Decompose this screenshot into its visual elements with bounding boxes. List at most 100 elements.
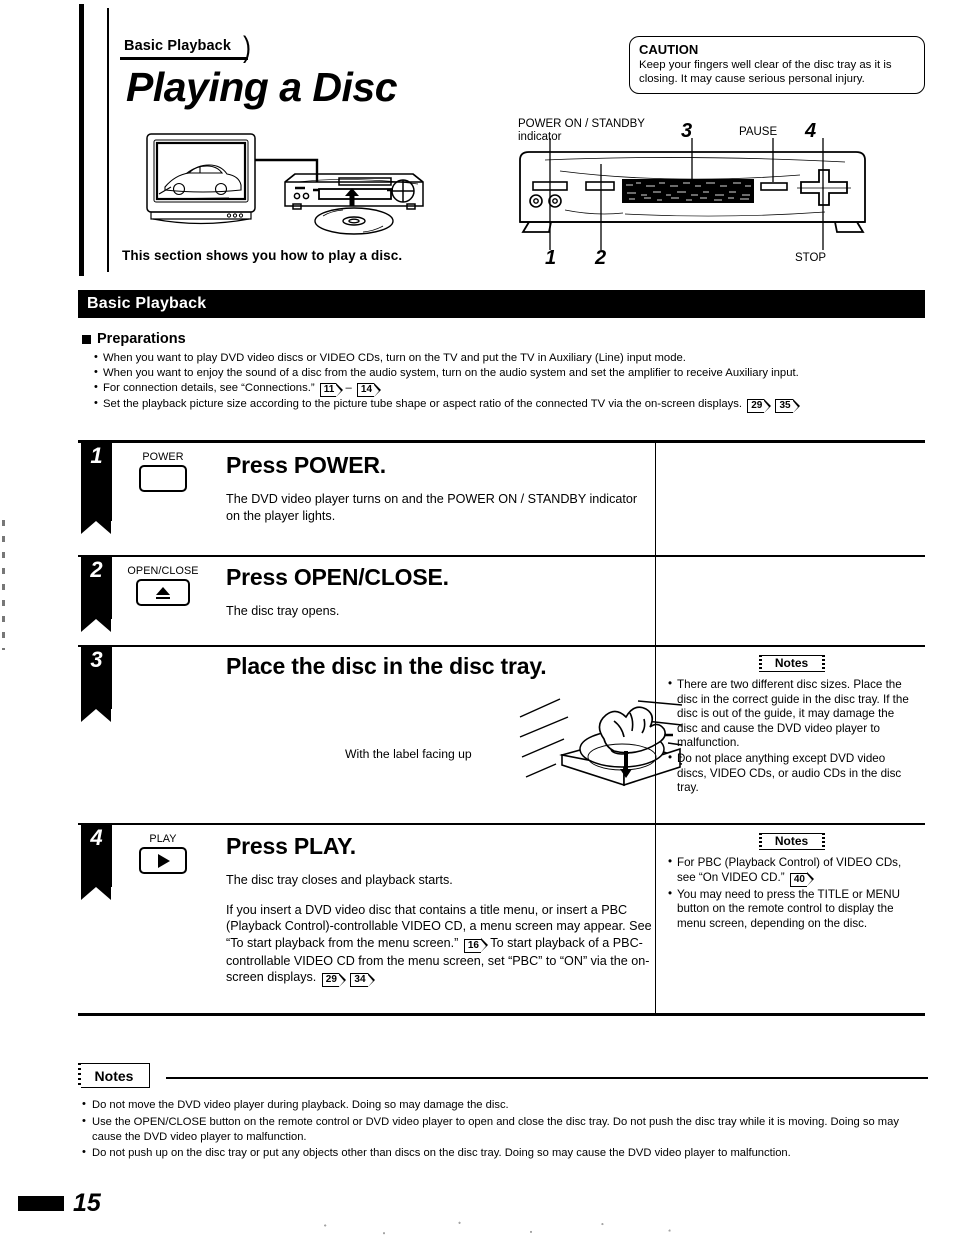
steps-bottom-rule <box>78 1013 925 1016</box>
caution-body: Keep your fingers well clear of the disc… <box>639 59 892 85</box>
step-row-2: 2 OPEN/CLOSE Press OPEN/CLOSE. The disc … <box>78 557 925 645</box>
notes-list: For PBC (Playback Control) of VIDEO CDs,… <box>668 855 915 931</box>
power-button-icon[interactable] <box>139 465 187 492</box>
note-item: There are two different disc sizes. Plac… <box>668 677 915 751</box>
caution-box: CAUTION Keep your fingers well clear of … <box>629 36 925 95</box>
step-main-column: 1 POWER Press POWER. The DVD video playe… <box>78 443 655 555</box>
page-footer: 15 <box>18 1190 101 1216</box>
page-title: Playing a Disc <box>126 64 398 110</box>
step-body-paragraph: The disc tray closes and playback starts… <box>226 873 453 887</box>
step-main-column: 4 PLAY Press PLAY. The disc tray closes … <box>78 825 655 1013</box>
bottom-notes-list: Do not move the DVD video player during … <box>78 1097 928 1161</box>
step-title: Press POWER. <box>226 452 386 478</box>
bottom-notes-heading: Notes <box>78 1063 150 1088</box>
note-item: Do not move the DVD video player during … <box>82 1097 928 1113</box>
step-row-1: 1 POWER Press POWER. The DVD video playe… <box>78 443 925 555</box>
play-button-icon[interactable] <box>139 847 187 874</box>
preparations-heading: Preparations <box>97 331 186 347</box>
scan-artifacts <box>300 1215 720 1241</box>
page-reference-tag[interactable]: 29 <box>321 972 347 987</box>
section-tab-underline <box>120 57 248 60</box>
page-reference-tag[interactable]: 35 <box>775 399 800 414</box>
step-button-illustration: POWER <box>120 451 206 492</box>
step-body: The disc tray opens. <box>226 603 646 620</box>
list-item: When you want to play DVD video discs or… <box>94 350 928 366</box>
player-front-panel-drawing <box>519 138 866 250</box>
button-label: POWER <box>142 451 184 463</box>
black-square-bullet-icon <box>82 334 91 344</box>
steps-table: 1 POWER Press POWER. The DVD video playe… <box>78 440 925 1016</box>
step-main-column: 2 OPEN/CLOSE Press OPEN/CLOSE. The disc … <box>78 557 655 645</box>
step-body-paragraph: The DVD video player turns on and the PO… <box>226 492 638 523</box>
callout-number-1: 1 <box>545 247 557 269</box>
note-item: Do not push up on the disc tray or put a… <box>82 1145 928 1161</box>
note-item: Do not place anything except DVD video d… <box>668 751 915 796</box>
step-number: 2 <box>90 557 103 582</box>
page-reference-tag[interactable]: 34 <box>350 972 375 987</box>
play-icon <box>158 853 170 868</box>
page-reference-tag[interactable]: 11 <box>319 383 343 398</box>
eject-icon <box>156 586 170 600</box>
step-title: Press OPEN/CLOSE. <box>226 564 449 590</box>
power-indicator-label-line1: POWER ON / STANDBY <box>518 118 645 130</box>
section-bar: Basic Playback <box>78 290 925 318</box>
preparations-list: When you want to play DVD video discs or… <box>82 350 928 414</box>
step-marker-3: 3 <box>81 647 112 722</box>
page-number-bar <box>18 1195 64 1211</box>
list-item: When you want to enjoy the sound of a di… <box>94 365 928 381</box>
section-tab-label: Basic Playback <box>124 38 231 54</box>
button-label: PLAY <box>149 833 177 845</box>
step-button-illustration: PLAY <box>120 833 206 874</box>
bottom-notes-header: Notes <box>78 1063 928 1090</box>
note-item: Use the OPEN/CLOSE button on the remote … <box>82 1114 928 1145</box>
notes-heading: Notes <box>758 833 825 850</box>
step-notes-column: Notes For PBC (Playback Control) of VIDE… <box>655 825 925 1013</box>
button-label: OPEN/CLOSE <box>127 565 199 577</box>
reference-separator: – <box>345 382 352 395</box>
section-tab-paren: ) <box>243 31 251 64</box>
step-body-paragraph-2: If you insert a DVD video disc that cont… <box>226 902 656 987</box>
step-row-4: 4 PLAY Press PLAY. The disc tray closes … <box>78 825 925 1013</box>
step-title: Press PLAY. <box>226 833 356 859</box>
step-notes-column <box>655 443 925 555</box>
page-reference-tag[interactable]: 14 <box>356 383 382 398</box>
bottom-notes-rule <box>166 1077 928 1080</box>
page-reference-tag[interactable]: 29 <box>747 399 772 414</box>
step-notes-column <box>655 557 925 645</box>
page-reference-tag[interactable]: 16 <box>463 938 489 953</box>
open-close-button-icon[interactable] <box>136 579 190 606</box>
page-reference-tag[interactable]: 40 <box>789 872 815 887</box>
bottom-notes-block: Notes Do not move the DVD video player d… <box>78 1063 928 1163</box>
notes-heading: Notes <box>758 655 825 672</box>
notes-list: There are two different disc sizes. Plac… <box>668 677 915 796</box>
section-bar-title: Basic Playback <box>87 295 207 312</box>
front-panel-diagram: POWER ON / STANDBY indicator 3 PAUSE 4 1… <box>505 112 935 280</box>
preparation-text: Set the playback picture size according … <box>103 398 743 411</box>
step-main-column: 3 Place the disc in the disc tray. With … <box>78 647 683 823</box>
left-margin-rule-thin <box>107 8 109 272</box>
step-notes-column: Notes There are two different disc sizes… <box>655 647 925 823</box>
tv-and-player-illustration <box>146 133 424 235</box>
step-marker-4: 4 <box>81 825 112 900</box>
callout-number-2: 2 <box>595 247 607 269</box>
list-item: For connection details, see “Connections… <box>94 380 928 398</box>
preparation-text: When you want to play DVD video discs or… <box>103 352 686 364</box>
step-button-illustration: OPEN/CLOSE <box>120 565 206 606</box>
section-tab: Basic Playback ) <box>120 33 251 63</box>
step-body: The disc tray closes and playback starts… <box>226 872 656 987</box>
step-number: 1 <box>90 443 103 468</box>
left-margin-rule-thick <box>79 4 84 276</box>
scan-edge-ticks <box>2 520 5 650</box>
preparations-block: Preparations When you want to play DVD v… <box>82 330 928 414</box>
page-number: 15 <box>73 1189 101 1217</box>
step-marker-2: 2 <box>81 557 112 632</box>
list-item: Set the playback picture size according … <box>94 396 928 414</box>
preparation-text: For connection details, see “Connections… <box>103 382 315 395</box>
step-title: Place the disc in the disc tray. <box>226 653 547 679</box>
stop-label: STOP <box>795 252 827 264</box>
step-number: 4 <box>90 825 103 850</box>
intro-text: This section shows you how to play a dis… <box>122 248 403 263</box>
disc-illustration-caption: With the label facing up <box>345 747 472 761</box>
caution-title: CAUTION <box>639 42 699 57</box>
step-body: The DVD video player turns on and the PO… <box>226 491 646 524</box>
